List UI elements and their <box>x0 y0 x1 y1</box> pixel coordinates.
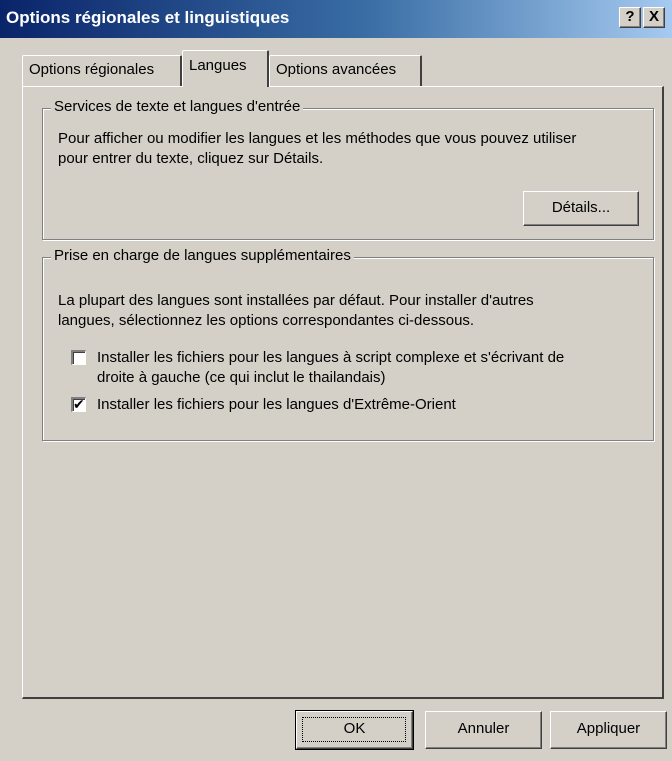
text-services-group-title: Services de texte et langues d'entrée <box>51 98 304 115</box>
east-asian-label[interactable]: Installer les fichiers pour les langues … <box>97 395 456 414</box>
checkmark-icon: ✔ <box>73 396 85 412</box>
text-services-group: Services de texte et langues d'entrée Po… <box>42 98 654 240</box>
tab-panel-langues: Services de texte et langues d'entrée Po… <box>22 86 664 699</box>
focus-rectangle <box>302 717 406 742</box>
tab-options-regionales[interactable]: Options régionales <box>22 55 182 86</box>
cancel-button-label: Annuler <box>457 720 510 737</box>
apply-button[interactable]: Appliquer <box>550 711 667 749</box>
tab-options-avancees[interactable]: Options avancées <box>269 55 422 86</box>
tab-langues-label: Langues <box>189 57 247 74</box>
supplemental-languages-group-title: Prise en charge de langues supplémentair… <box>51 247 354 264</box>
title-bar[interactable]: Options régionales et linguistiques ? X <box>0 0 672 38</box>
supplemental-description-line1: La plupart des langues sont installées p… <box>58 292 534 309</box>
supplemental-description-line2: langues, sélectionnez les options corres… <box>58 312 475 329</box>
window-title: Options régionales et linguistiques <box>6 8 290 27</box>
help-button[interactable]: ? <box>619 7 641 28</box>
details-button-label: Détails... <box>551 199 611 216</box>
details-button[interactable]: Détails... <box>523 191 639 226</box>
complex-script-label-line2[interactable]: droite à gauche (ce qui inclut le thaila… <box>97 368 386 387</box>
complex-script-checkbox[interactable] <box>71 350 86 365</box>
supplemental-languages-group: Prise en charge de langues supplémentair… <box>42 247 654 441</box>
ok-button[interactable]: OK <box>295 710 414 750</box>
apply-button-label: Appliquer <box>576 720 641 737</box>
cancel-button[interactable]: Annuler <box>425 711 542 749</box>
tab-langues[interactable]: Langues <box>182 50 269 87</box>
east-asian-checkbox[interactable]: ✔ <box>71 396 86 412</box>
text-services-description-line1: Pour afficher ou modifier les langues et… <box>58 130 577 147</box>
close-button[interactable]: X <box>643 7 665 28</box>
complex-script-label-line1[interactable]: Installer les fichiers pour les langues … <box>97 348 564 367</box>
text-services-description-line2: pour entrer du texte, cliquez sur Détail… <box>58 150 324 167</box>
